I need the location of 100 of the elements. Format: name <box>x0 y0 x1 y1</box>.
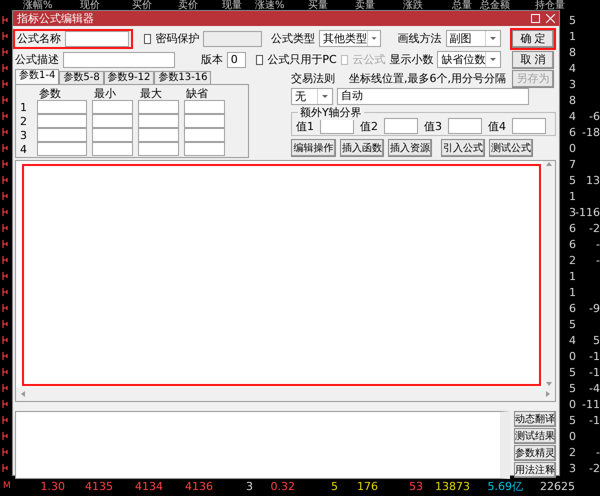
side-button[interactable]: 动态翻译 <box>514 411 556 427</box>
tool-button[interactable]: 插入函数 <box>340 139 384 157</box>
vertical-scrollbar[interactable] <box>543 161 555 387</box>
scroll-up-icon[interactable] <box>546 161 552 167</box>
input-field[interactable] <box>184 114 225 128</box>
quote-value: 13873 <box>434 480 470 492</box>
row-marker-icon <box>2 288 8 296</box>
side-button[interactable]: 参数精灵 <box>514 445 556 461</box>
input-field[interactable] <box>184 100 225 114</box>
table-cell: 1 <box>569 30 576 42</box>
field-label: 公式描述 <box>15 52 59 67</box>
input-field[interactable] <box>92 142 133 156</box>
field-label: 值2 <box>360 118 378 134</box>
table-cell: -1 <box>589 414 600 426</box>
maximize-icon[interactable] <box>531 14 540 23</box>
table-cell: - <box>596 446 600 458</box>
dropdown[interactable]: 其他类型 <box>319 30 381 47</box>
input-field[interactable] <box>138 142 179 156</box>
row-marker-icon <box>2 64 8 72</box>
side-button[interactable]: 用法注释 <box>514 462 556 478</box>
table-cell: -1 <box>589 366 600 378</box>
input-field[interactable] <box>138 128 179 142</box>
input-field[interactable] <box>138 100 179 114</box>
input-field[interactable] <box>203 30 262 46</box>
input-field[interactable] <box>184 128 225 142</box>
input-field[interactable] <box>138 114 179 128</box>
input-field[interactable]: 自动 <box>337 88 529 105</box>
input-field[interactable] <box>184 142 225 156</box>
row-marker-icon <box>2 176 8 184</box>
dropdown[interactable]: 缺省位数 <box>437 51 502 68</box>
dialog-button[interactable]: 确 定 <box>512 30 554 48</box>
group-title: 额外Y轴分界 <box>298 105 364 120</box>
dropdown[interactable]: 副图 <box>446 30 502 47</box>
input-field[interactable] <box>65 30 129 46</box>
column-header: 现价 <box>80 0 101 12</box>
column-header: 缺省 <box>185 86 209 100</box>
dialog-button[interactable]: 取 消 <box>512 50 554 68</box>
tool-button[interactable]: 编辑操作 <box>291 139 336 157</box>
field-label: 值3 <box>424 118 442 134</box>
input-field[interactable] <box>512 118 546 134</box>
scroll-left-icon[interactable] <box>20 391 26 397</box>
row-marker-icon <box>2 80 8 88</box>
table-cell: 6 <box>569 126 576 138</box>
row-marker-icon <box>2 112 8 120</box>
tab[interactable]: 参数13-16 <box>154 71 212 84</box>
row-marker-icon <box>2 432 8 440</box>
tool-button[interactable]: 引入公式 <box>441 139 485 157</box>
row-marker-icon <box>2 304 8 312</box>
dropdown-value: 缺省位数 <box>440 52 486 67</box>
horizontal-scrollbar[interactable] <box>16 387 555 401</box>
table-cell: - <box>596 254 600 266</box>
tab[interactable]: 参数9-12 <box>104 71 154 84</box>
row-number: 1 <box>20 100 28 114</box>
dropdown-value: 无 <box>294 89 307 104</box>
row-number: 4 <box>20 142 28 156</box>
tab[interactable]: 参数5-8 <box>59 71 104 84</box>
input-field[interactable] <box>92 100 133 114</box>
formula-editor[interactable] <box>22 164 541 386</box>
input-field[interactable] <box>448 118 482 134</box>
input-field[interactable] <box>92 128 133 142</box>
row-marker-icon <box>2 240 8 248</box>
table-cell: 5 <box>569 366 576 378</box>
row-marker-icon <box>2 96 8 104</box>
dropdown[interactable]: 无 <box>291 88 333 105</box>
input-field[interactable] <box>37 128 87 142</box>
input-field[interactable] <box>37 114 87 128</box>
quote-value: 4136 <box>184 480 213 492</box>
tool-button[interactable]: 插入资源 <box>388 139 432 157</box>
row-marker-icon <box>2 208 8 216</box>
side-button[interactable]: 测试结果 <box>514 428 556 444</box>
close-icon[interactable] <box>546 14 555 23</box>
input-field[interactable] <box>37 100 87 114</box>
quote-value: 176 <box>356 480 378 492</box>
input-field[interactable] <box>37 142 87 156</box>
row-marker-icon <box>2 224 8 232</box>
column-header: 涨跌 <box>403 0 424 12</box>
field-label: 值4 <box>488 118 506 134</box>
checkbox-label: 云公式 <box>352 52 386 67</box>
input-field[interactable] <box>92 114 133 128</box>
tool-button[interactable]: 测试公式 <box>489 139 533 157</box>
row-marker-icon <box>2 256 8 264</box>
table-cell: 3 <box>569 462 576 474</box>
row-marker-icon <box>2 32 8 40</box>
tab[interactable]: 参数1-4 <box>15 69 60 84</box>
column-header: 卖价 <box>178 0 199 12</box>
table-cell: -18 <box>582 126 600 138</box>
checkbox[interactable] <box>144 34 152 44</box>
row-marker-icon <box>2 352 8 360</box>
column-header: 现量 <box>222 0 243 12</box>
input-field[interactable] <box>384 118 418 134</box>
checkbox[interactable] <box>256 54 264 64</box>
column-header: 最小 <box>93 86 117 100</box>
input-field[interactable]: 0 <box>226 52 246 68</box>
scroll-right-icon[interactable] <box>545 391 551 397</box>
input-field[interactable] <box>63 52 175 68</box>
table-cell: 5 <box>569 318 576 330</box>
quote-value: 4134 <box>134 480 163 492</box>
table-cell: 5 <box>569 14 576 26</box>
row-marker-icon <box>2 144 8 152</box>
row-marker-icon <box>2 320 8 328</box>
